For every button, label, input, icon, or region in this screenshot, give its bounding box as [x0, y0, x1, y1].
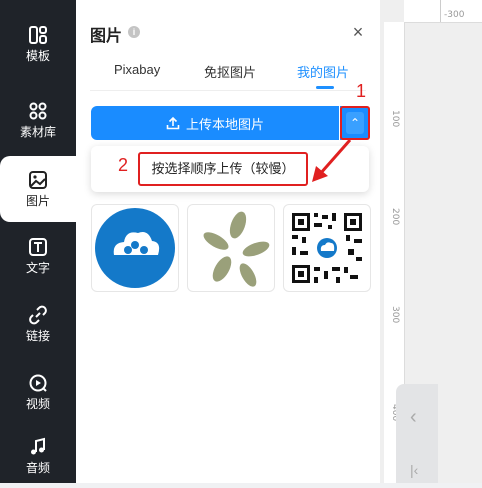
sidebar-item-label: 模板 [25, 49, 50, 63]
info-icon[interactable]: i [128, 26, 140, 38]
panel-title: 图片 [90, 28, 123, 45]
sidebar-item-video[interactable]: 视频 [0, 360, 76, 424]
horizontal-ruler: -300 [404, 0, 482, 23]
image-thumbnail-leaves[interactable] [187, 204, 275, 292]
video-icon [29, 374, 47, 392]
material-library-icon [29, 102, 47, 120]
collapse-left-icon[interactable]: |‹ [410, 462, 418, 478]
annotation-number: 2 [118, 155, 129, 175]
sidebar: 模板 素材库 图片 文字 链接 视频 音频 [0, 0, 76, 483]
upload-in-order-option[interactable]: 按选择顺序上传（较慢） [138, 152, 308, 186]
sidebar-item-label: 音频 [25, 461, 50, 475]
sidebar-item-template[interactable]: 模板 [0, 12, 76, 76]
sidebar-item-audio[interactable]: 音频 [0, 424, 76, 488]
tab-pixabay[interactable]: Pixabay [114, 62, 160, 77]
chevron-left-icon[interactable]: ‹ [410, 406, 417, 429]
upload-icon [166, 116, 180, 130]
image-panel: 图片 i × Pixabay 免抠图片 我的图片 上传本地图片 ⌃ 1 按选择顺… [76, 0, 380, 483]
text-icon [29, 238, 47, 256]
leaves-image [203, 211, 270, 287]
sidebar-item-label: 视频 [25, 397, 50, 411]
ruler-label: 200 [390, 208, 400, 226]
sidebar-item-link[interactable]: 链接 [0, 292, 76, 356]
upload-local-image-button[interactable]: 上传本地图片 [91, 106, 339, 140]
sidebar-item-label: 图片 [25, 194, 50, 208]
sidebar-item-label: 文字 [25, 261, 50, 275]
annotation-arrow [312, 139, 352, 182]
upload-label: 上传本地图片 [185, 116, 264, 132]
sidebar-item-image[interactable]: 图片 [0, 156, 76, 222]
image-thumbnail-qr-code[interactable] [283, 204, 371, 292]
annotation-number: 1 [356, 81, 367, 101]
ruler-label: -300 [444, 10, 465, 20]
sidebar-item-material[interactable]: 素材库 [0, 88, 76, 152]
divider [90, 90, 366, 91]
qr-code-image [290, 211, 364, 285]
sidebar-item-text[interactable]: 文字 [0, 224, 76, 288]
tab-cutout-images[interactable]: 免抠图片 [204, 62, 256, 81]
cloud-logo-image [95, 208, 175, 288]
annotation-box [340, 106, 370, 140]
sidebar-item-label: 素材库 [19, 125, 56, 139]
tab-active-indicator [316, 86, 334, 89]
image-thumbnail-cloud-logo[interactable] [91, 204, 179, 292]
ruler-label: 300 [390, 306, 400, 324]
link-icon [29, 305, 47, 325]
template-icon [29, 26, 47, 44]
image-icon [29, 171, 47, 189]
close-button[interactable]: × [348, 22, 368, 42]
sidebar-item-label: 链接 [25, 329, 50, 343]
audio-icon [31, 437, 45, 455]
tab-my-images[interactable]: 我的图片 [297, 62, 349, 81]
ruler-label: 100 [390, 110, 400, 128]
